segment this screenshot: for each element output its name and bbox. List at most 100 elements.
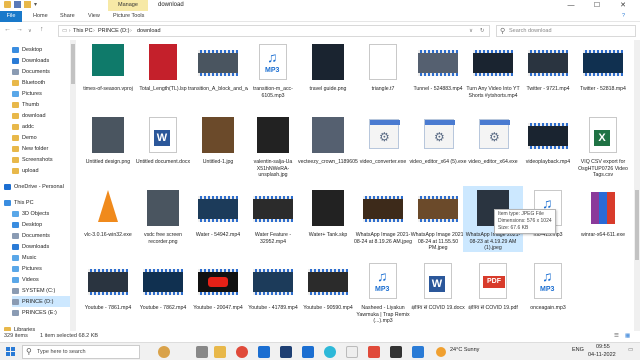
folder-icon[interactable] bbox=[4, 1, 11, 8]
nav-item[interactable]: Videos bbox=[12, 274, 76, 285]
file-tile[interactable]: Youtube - 41789.mp4 bbox=[243, 259, 303, 325]
file-tile[interactable]: triangle.t7 bbox=[353, 40, 413, 106]
tab-file[interactable]: File bbox=[0, 11, 22, 22]
manage-label[interactable]: Manage bbox=[118, 2, 138, 8]
nav-item[interactable]: Demo bbox=[12, 132, 76, 143]
search-box[interactable]: ⚲ Search download bbox=[496, 25, 636, 37]
nav-item[interactable]: This PC bbox=[4, 197, 70, 208]
file-tile[interactable]: Total_Length(TL).lsp bbox=[133, 40, 193, 106]
breadcrumb-drive[interactable]: PRINCE (D:) bbox=[98, 28, 129, 34]
weather-text[interactable]: 24°C Sunny bbox=[450, 347, 479, 353]
photoshop-icon[interactable] bbox=[280, 346, 292, 358]
file-tile[interactable]: Twitter - 52818.mp4 bbox=[573, 40, 633, 106]
premiere-icon[interactable] bbox=[258, 346, 270, 358]
tab-view[interactable]: View bbox=[88, 13, 100, 19]
forward-arrow-icon[interactable]: → bbox=[16, 26, 23, 33]
file-tile[interactable]: videoplayback.mp4 bbox=[518, 113, 578, 179]
refresh-icon[interactable]: ↻ bbox=[480, 28, 485, 34]
notification-icon[interactable]: ▭ bbox=[628, 347, 633, 353]
file-tile[interactable]: X VIQ CSV export for OsgHTUP0726 Video Ta… bbox=[573, 113, 633, 179]
nav-item[interactable]: Documents bbox=[12, 66, 76, 77]
app-icon[interactable] bbox=[346, 346, 358, 358]
file-tile[interactable]: WhatsApp Image 2021-08-24 at 11.55.50 PM… bbox=[408, 186, 468, 252]
task-view-icon[interactable] bbox=[196, 346, 208, 358]
file-tile[interactable]: transition_A_block_and_white.mp4 bbox=[188, 40, 248, 106]
file-tile[interactable]: travel guide.png bbox=[298, 40, 358, 106]
file-tile[interactable]: ⚙ video_editor_x64.exe bbox=[463, 113, 523, 179]
file-tile[interactable]: Youtube - 90590.mp4 bbox=[298, 259, 358, 325]
nav-item[interactable]: PRINCES (E:) bbox=[12, 307, 76, 318]
weather-icon[interactable] bbox=[436, 347, 446, 357]
maximize-button[interactable]: ☐ bbox=[584, 0, 610, 11]
file-explorer-icon[interactable] bbox=[214, 346, 226, 358]
file-tile[interactable]: ♫ MP3 transition-m_acc-6105.mp3 bbox=[243, 40, 303, 106]
nav-item[interactable]: Documents bbox=[12, 230, 76, 241]
file-tile[interactable]: Turn Any Video Into YT Shorts #ytshorts.… bbox=[463, 40, 523, 106]
file-tile[interactable]: ⚙ video_converter.exe bbox=[353, 113, 413, 179]
nav-item[interactable]: Downloads bbox=[12, 55, 76, 66]
file-tile[interactable]: ♫ MP3 onceagain.mp3 bbox=[518, 259, 578, 325]
file-tile[interactable]: WhatsApp Image 2021-08-24 at 8.19.26 AM.… bbox=[353, 186, 413, 252]
file-tile[interactable]: Youtube - 7862.mp4 bbox=[133, 259, 193, 325]
details-view-icon[interactable]: ☰ bbox=[614, 333, 619, 339]
nav-item[interactable]: Bluetooth bbox=[12, 77, 76, 88]
nav-item[interactable]: Thumb bbox=[12, 99, 76, 110]
file-tile[interactable]: ♫ MP3 Nasheed - Liyakun Yawmuka | Trap Rem… bbox=[353, 259, 413, 325]
file-tile[interactable]: vsdc free screen recorder.png bbox=[133, 186, 193, 252]
doodle-icon[interactable] bbox=[158, 346, 170, 358]
nav-item[interactable]: New folder bbox=[12, 143, 76, 154]
file-tile[interactable]: Twitter - 9721.mp4 bbox=[518, 40, 578, 106]
clock-date[interactable]: 04-11-2022 bbox=[588, 352, 616, 358]
minimize-button[interactable]: — bbox=[558, 0, 584, 11]
file-tile[interactable]: valentin-salja-Ua X51hNWeRA-unsplash.jpg bbox=[243, 113, 303, 179]
file-tile[interactable]: ⚙ video_editor_x64 (5).exe bbox=[408, 113, 468, 179]
recent-locations-icon[interactable]: ∨ bbox=[28, 28, 32, 34]
app-icon[interactable] bbox=[368, 346, 380, 358]
chrome-icon[interactable] bbox=[236, 346, 248, 358]
breadcrumb-this-pc[interactable]: This PC bbox=[73, 28, 93, 34]
nav-item[interactable]: SYSTEM (C:) bbox=[12, 285, 76, 296]
language-indicator[interactable]: ENG bbox=[572, 347, 584, 353]
nav-item[interactable]: download bbox=[12, 110, 76, 121]
dropdown-chevron-icon[interactable]: ∨ bbox=[469, 28, 473, 34]
file-tile[interactable]: Untitled design.png bbox=[78, 113, 138, 179]
word-icon[interactable] bbox=[302, 346, 314, 358]
file-tile[interactable]: W Untitled document.docx bbox=[133, 113, 193, 179]
nav-scrollbar[interactable] bbox=[70, 40, 76, 331]
nav-item[interactable]: upload bbox=[12, 165, 76, 176]
zoom-icon[interactable] bbox=[324, 346, 336, 358]
nav-item[interactable]: Desktop bbox=[12, 44, 76, 55]
nav-item[interactable]: PRINCE (D:) bbox=[12, 296, 76, 307]
large-icons-view-icon[interactable]: ▦ bbox=[625, 333, 630, 339]
app-icon[interactable] bbox=[390, 346, 402, 358]
nav-item[interactable]: Desktop bbox=[12, 219, 76, 230]
nav-item[interactable]: Libraries bbox=[4, 324, 70, 331]
nav-item[interactable]: addc bbox=[12, 121, 76, 132]
tab-home[interactable]: Home bbox=[33, 13, 48, 19]
tab-picture-tools[interactable]: Picture Tools bbox=[113, 13, 144, 19]
nav-item[interactable]: 3D Objects bbox=[12, 208, 76, 219]
file-tile[interactable]: vlc-3.0.16-win32.exe bbox=[78, 186, 138, 252]
windows-start-icon[interactable] bbox=[6, 347, 16, 357]
save-icon[interactable] bbox=[14, 1, 21, 8]
taskbar-search[interactable]: ⚲ Type here to search bbox=[22, 345, 140, 359]
nav-item[interactable]: Pictures bbox=[12, 88, 76, 99]
clock-time[interactable]: 09:55 bbox=[596, 344, 610, 350]
file-tile[interactable]: Water Feature - 32952.mp4 bbox=[243, 186, 303, 252]
back-arrow-icon[interactable]: ← bbox=[4, 26, 11, 33]
nav-item[interactable]: Pictures bbox=[12, 263, 76, 274]
file-tile[interactable]: times-of-season.vproj bbox=[78, 40, 138, 106]
file-tile[interactable]: Untitled-1.jpg bbox=[188, 113, 248, 179]
file-tile[interactable]: vecteezy_crown_1189605.png bbox=[298, 113, 358, 179]
file-tile[interactable]: Youtube - 7861.mp4 bbox=[78, 259, 138, 325]
file-tile[interactable]: PDF क्षत्रिय से COVID 19.pdf bbox=[463, 259, 523, 325]
content-scrollbar[interactable] bbox=[634, 40, 640, 331]
nav-item[interactable]: Music bbox=[12, 252, 76, 263]
new-folder-icon[interactable] bbox=[24, 1, 31, 8]
address-bar[interactable]: ▭ › This PC › PRINCE (D:) › download ∨ ↻ bbox=[58, 25, 490, 37]
nav-item[interactable]: Screenshots bbox=[12, 154, 76, 165]
help-icon[interactable]: ? bbox=[622, 13, 625, 19]
up-arrow-icon[interactable]: ↑ bbox=[40, 26, 44, 33]
tab-share[interactable]: Share bbox=[60, 13, 75, 19]
file-tile[interactable]: Youtube - 20047.mp4 bbox=[188, 259, 248, 325]
